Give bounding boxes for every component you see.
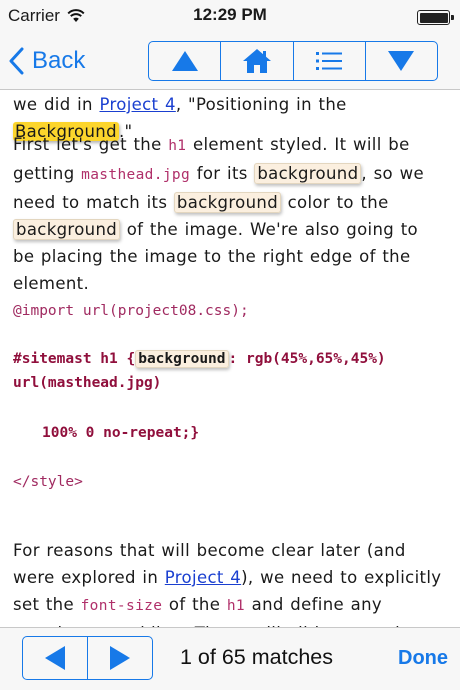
search-highlight: background	[135, 350, 229, 368]
inline-code: font-size	[80, 598, 163, 614]
triangle-right-icon	[110, 646, 130, 670]
next-page-button[interactable]	[366, 42, 437, 80]
search-highlight: background	[173, 192, 282, 213]
article-content[interactable]: we did in Project 4, "Positioning in the…	[0, 90, 460, 627]
search-highlight: background	[254, 163, 362, 184]
triangle-left-icon	[45, 646, 65, 670]
status-bar: Carrier 12:29 PM	[0, 0, 460, 34]
contents-list-button[interactable]	[294, 42, 366, 80]
navigation-segmented-control	[148, 41, 438, 81]
code-rule-line-3: 100% 0 no-repeat;}	[42, 425, 200, 441]
status-time: 12:29 PM	[193, 5, 267, 24]
code-import-line: @import url(project08.css);	[13, 303, 249, 319]
chevron-left-icon	[9, 47, 24, 75]
back-button[interactable]: Back	[8, 42, 85, 80]
previous-match-button[interactable]	[23, 637, 88, 679]
code-close-style: </style>	[13, 474, 83, 490]
code-rule-line: #sitemast h1 {background: rgb(45%,65%,45…	[13, 350, 386, 368]
home-icon	[242, 49, 271, 73]
list-icon	[316, 52, 343, 70]
triangle-down-icon	[388, 51, 415, 71]
previous-page-button[interactable]	[149, 42, 222, 80]
paragraph-2: For reasons that will become clear later…	[13, 541, 442, 627]
navigation-bar: Back	[0, 34, 460, 90]
inline-code: h1	[168, 138, 187, 154]
done-button[interactable]: Done	[398, 647, 448, 670]
paragraph-1: First let's get the h1 element styled. I…	[13, 135, 424, 293]
project-4-link[interactable]: Project 4	[165, 568, 241, 587]
inline-code: h1	[226, 598, 246, 614]
home-button[interactable]	[221, 42, 294, 80]
next-match-button[interactable]	[88, 637, 152, 679]
find-bar: 1 of 65 matches Done	[0, 627, 460, 690]
match-count-label: 1 of 65 matches	[180, 645, 333, 669]
code-rule-line-2: url(masthead.jpg)	[13, 375, 162, 391]
search-highlight: background	[13, 219, 121, 240]
battery-icon	[417, 10, 454, 25]
inline-code: masthead.jpg	[81, 167, 191, 183]
project-4-link[interactable]: Project 4	[99, 95, 175, 114]
triangle-up-icon	[171, 51, 198, 71]
back-label: Back	[32, 47, 86, 74]
match-navigation-control	[22, 636, 153, 680]
